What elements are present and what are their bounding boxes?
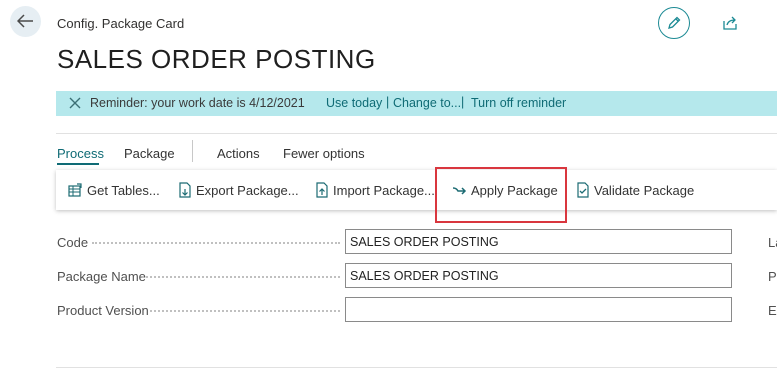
share-icon bbox=[723, 16, 737, 30]
page-title: SALES ORDER POSTING bbox=[57, 44, 376, 74]
import-package-label: Import Package... bbox=[333, 182, 435, 198]
validate-package-button[interactable]: Validate Package bbox=[576, 170, 694, 210]
get-tables-button[interactable]: Get Tables... bbox=[68, 170, 160, 210]
product-version-label: Product Version bbox=[57, 303, 149, 318]
back-arrow-icon bbox=[17, 14, 33, 28]
package-name-field[interactable]: SALES ORDER POSTING bbox=[345, 263, 732, 288]
share-button[interactable] bbox=[722, 15, 740, 33]
turn-off-reminder-link[interactable]: Turn off reminder bbox=[471, 96, 566, 110]
breadcrumb: Config. Package Card bbox=[57, 16, 185, 31]
back-button[interactable] bbox=[10, 6, 41, 37]
divider bbox=[56, 367, 777, 368]
reminder-text: Reminder: your work date is 4/12/2021 bbox=[90, 96, 305, 110]
import-icon bbox=[316, 182, 328, 198]
get-tables-label: Get Tables... bbox=[87, 182, 160, 198]
change-to-link[interactable]: Change to... bbox=[393, 96, 461, 110]
get-tables-icon bbox=[68, 182, 82, 197]
leader-dots bbox=[92, 242, 340, 244]
code-label: Code bbox=[57, 235, 89, 250]
tab-process[interactable]: Process bbox=[57, 146, 104, 161]
leader-dots bbox=[150, 310, 340, 312]
reminder-separator: | bbox=[461, 95, 465, 109]
active-tab-indicator bbox=[57, 163, 99, 165]
tab-fewer-options[interactable]: Fewer options bbox=[283, 146, 365, 161]
divider bbox=[56, 133, 777, 134]
close-icon[interactable] bbox=[68, 96, 82, 110]
export-icon bbox=[179, 182, 191, 198]
right-column-label: La bbox=[768, 235, 777, 250]
edit-button[interactable] bbox=[658, 7, 690, 39]
validate-package-label: Validate Package bbox=[594, 182, 695, 198]
tab-separator bbox=[192, 140, 193, 162]
highlight-box bbox=[435, 167, 567, 223]
action-toolbar: Get Tables... Export Package... Import P… bbox=[56, 170, 777, 210]
package-name-label: Package Name bbox=[57, 269, 146, 284]
import-package-button[interactable]: Import Package... bbox=[315, 170, 435, 210]
right-column-label: P bbox=[768, 269, 777, 284]
work-date-reminder-bar: Reminder: your work date is 4/12/2021 Us… bbox=[56, 91, 777, 116]
reminder-separator: | bbox=[386, 95, 390, 109]
tab-package[interactable]: Package bbox=[124, 146, 175, 161]
leader-dots bbox=[142, 276, 340, 278]
validate-icon bbox=[577, 182, 589, 198]
tab-actions[interactable]: Actions bbox=[217, 146, 260, 161]
use-today-link[interactable]: Use today bbox=[326, 96, 382, 110]
edit-pencil-icon bbox=[668, 16, 681, 29]
product-version-field[interactable] bbox=[345, 297, 732, 322]
export-package-button[interactable]: Export Package... bbox=[178, 170, 299, 210]
export-package-label: Export Package... bbox=[196, 182, 299, 198]
code-field[interactable]: SALES ORDER POSTING bbox=[345, 229, 732, 254]
right-column-label: Ex bbox=[768, 303, 777, 318]
